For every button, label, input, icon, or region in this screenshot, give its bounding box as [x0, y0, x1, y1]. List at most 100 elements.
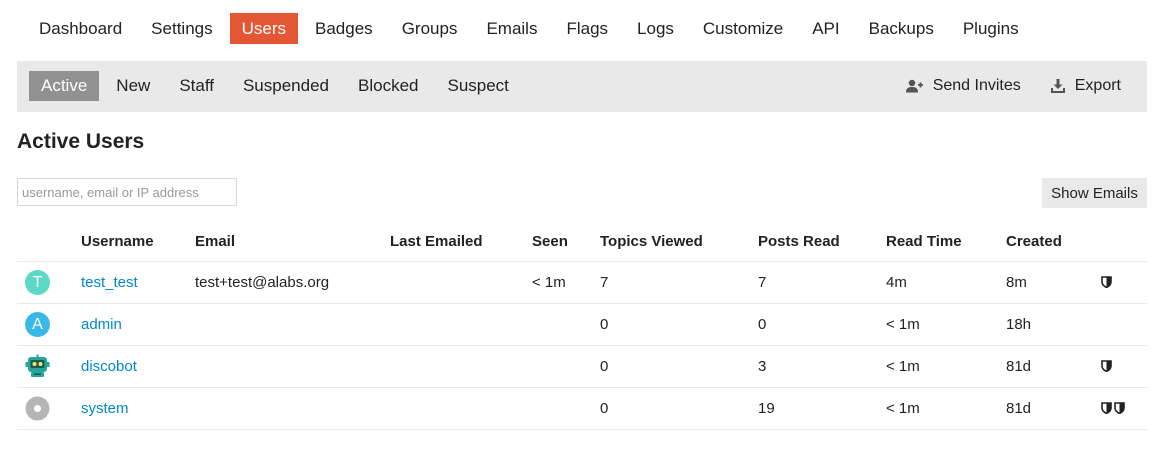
- top-nav-users[interactable]: Users: [229, 13, 299, 44]
- topics-viewed-cell: 0: [600, 303, 758, 346]
- username-cell: test_test: [81, 261, 195, 304]
- header-posts-read[interactable]: Posts Read: [758, 222, 886, 262]
- tab-new[interactable]: New: [104, 71, 162, 101]
- page-title: Active Users: [17, 130, 145, 153]
- last-emailed-cell: [390, 387, 532, 430]
- username-link[interactable]: admin: [81, 316, 122, 333]
- send-invites-button[interactable]: Send Invites: [894, 71, 1033, 101]
- topics-viewed-cell: 0: [600, 387, 758, 430]
- shield-icon: [1101, 360, 1112, 372]
- email-cell: [195, 345, 390, 388]
- admin-top-nav: Dashboard Settings Users Badges Groups Emails…: [27, 13, 1036, 44]
- users-table-body: Ttest_test test+test@alabs.org < 1m 7 7 4m 8m A…: [17, 261, 1147, 430]
- avatar[interactable]: T: [25, 269, 50, 295]
- robot-avatar-icon: [25, 354, 50, 377]
- last-emailed-cell: [390, 261, 532, 304]
- user-plus-icon: [905, 79, 923, 93]
- users-actions: Send Invites Export: [888, 71, 1133, 101]
- role-badges-cell: [1101, 261, 1147, 304]
- top-nav-settings[interactable]: Settings: [139, 13, 224, 44]
- email-cell: [195, 303, 390, 346]
- show-emails-button[interactable]: Show Emails: [1042, 178, 1147, 208]
- top-nav-backups[interactable]: Backups: [857, 13, 946, 44]
- top-nav-groups[interactable]: Groups: [390, 13, 470, 44]
- header-username[interactable]: Username: [81, 222, 195, 262]
- seen-cell: < 1m: [532, 261, 600, 304]
- export-label: Export: [1074, 77, 1121, 94]
- users-sub-nav-bar: Active New Staff Suspended Blocked Suspect Se…: [17, 61, 1147, 112]
- email-cell: test+test@alabs.org: [195, 261, 390, 304]
- avatar-cell: T: [17, 261, 81, 304]
- top-nav-api[interactable]: API: [800, 13, 851, 44]
- email-cell: [195, 387, 390, 430]
- top-nav-plugins[interactable]: Plugins: [951, 13, 1031, 44]
- created-cell: 81d: [1006, 345, 1101, 388]
- posts-read-cell: 19: [758, 387, 886, 430]
- header-read-time[interactable]: Read Time: [886, 222, 1006, 262]
- seen-cell: [532, 303, 600, 346]
- last-emailed-cell: [390, 345, 532, 388]
- user-search-input[interactable]: [17, 178, 237, 206]
- users-table: Username Email Last Emailed Seen Topics …: [17, 222, 1147, 430]
- table-row: Ttest_test test+test@alabs.org < 1m 7 7 4m 8m: [17, 261, 1147, 304]
- avatar-cell: [17, 387, 81, 430]
- topics-viewed-cell: 0: [600, 345, 758, 388]
- last-emailed-cell: [390, 303, 532, 346]
- role-badges-cell: [1101, 345, 1147, 388]
- role-badges-cell: [1101, 387, 1147, 430]
- read-time-cell: < 1m: [886, 345, 1006, 388]
- tab-suspended[interactable]: Suspended: [231, 71, 341, 101]
- read-time-cell: < 1m: [886, 387, 1006, 430]
- username-link[interactable]: discobot: [81, 358, 137, 375]
- created-cell: 8m: [1006, 261, 1101, 304]
- created-cell: 18h: [1006, 303, 1101, 346]
- table-row: Aadmin 0 0 < 1m 18h: [17, 303, 1147, 346]
- top-nav-flags[interactable]: Flags: [554, 13, 620, 44]
- header-badges: [1101, 222, 1147, 262]
- gear-icon: [25, 396, 50, 420]
- top-nav-emails[interactable]: Emails: [474, 13, 549, 44]
- tab-blocked[interactable]: Blocked: [346, 71, 430, 101]
- username-cell: discobot: [81, 345, 195, 388]
- table-header-row: Username Email Last Emailed Seen Topics …: [17, 222, 1147, 262]
- export-button[interactable]: Export: [1039, 71, 1133, 101]
- role-badges-cell: [1101, 303, 1147, 346]
- header-avatar: [17, 222, 81, 262]
- download-icon: [1050, 79, 1065, 93]
- header-topics-viewed[interactable]: Topics Viewed: [600, 222, 758, 262]
- avatar-cell: A: [17, 303, 81, 346]
- topics-viewed-cell: 7: [600, 261, 758, 304]
- posts-read-cell: 0: [758, 303, 886, 346]
- shield-icon: [1101, 276, 1112, 288]
- top-nav-logs[interactable]: Logs: [625, 13, 686, 44]
- username-link[interactable]: system: [81, 400, 129, 417]
- posts-read-cell: 3: [758, 345, 886, 388]
- seen-cell: [532, 345, 600, 388]
- username-cell: system: [81, 387, 195, 430]
- username-cell: admin: [81, 303, 195, 346]
- tab-active[interactable]: Active: [29, 71, 100, 101]
- header-email[interactable]: Email: [195, 222, 390, 262]
- header-last-emailed[interactable]: Last Emailed: [390, 222, 532, 262]
- top-nav-badges[interactable]: Badges: [303, 13, 385, 44]
- avatar-cell: [17, 345, 81, 388]
- shield-icon: [1114, 402, 1125, 414]
- users-filter-tabs: Active New Staff Suspended Blocked Suspect: [29, 71, 526, 101]
- table-row: system 0 19 < 1m 81d: [17, 387, 1147, 430]
- seen-cell: [532, 387, 600, 430]
- tab-suspect[interactable]: Suspect: [435, 71, 520, 101]
- send-invites-label: Send Invites: [932, 77, 1021, 94]
- header-created[interactable]: Created: [1006, 222, 1101, 262]
- username-link[interactable]: test_test: [81, 274, 138, 291]
- header-seen[interactable]: Seen: [532, 222, 600, 262]
- top-nav-customize[interactable]: Customize: [691, 13, 795, 44]
- top-nav-dashboard[interactable]: Dashboard: [27, 13, 134, 44]
- avatar[interactable]: A: [25, 311, 50, 337]
- shield-icon: [1101, 402, 1112, 414]
- created-cell: 81d: [1006, 387, 1101, 430]
- posts-read-cell: 7: [758, 261, 886, 304]
- tab-staff[interactable]: Staff: [167, 71, 226, 101]
- read-time-cell: < 1m: [886, 303, 1006, 346]
- read-time-cell: 4m: [886, 261, 1006, 304]
- table-row: discobot 0 3 < 1m 81d: [17, 345, 1147, 388]
